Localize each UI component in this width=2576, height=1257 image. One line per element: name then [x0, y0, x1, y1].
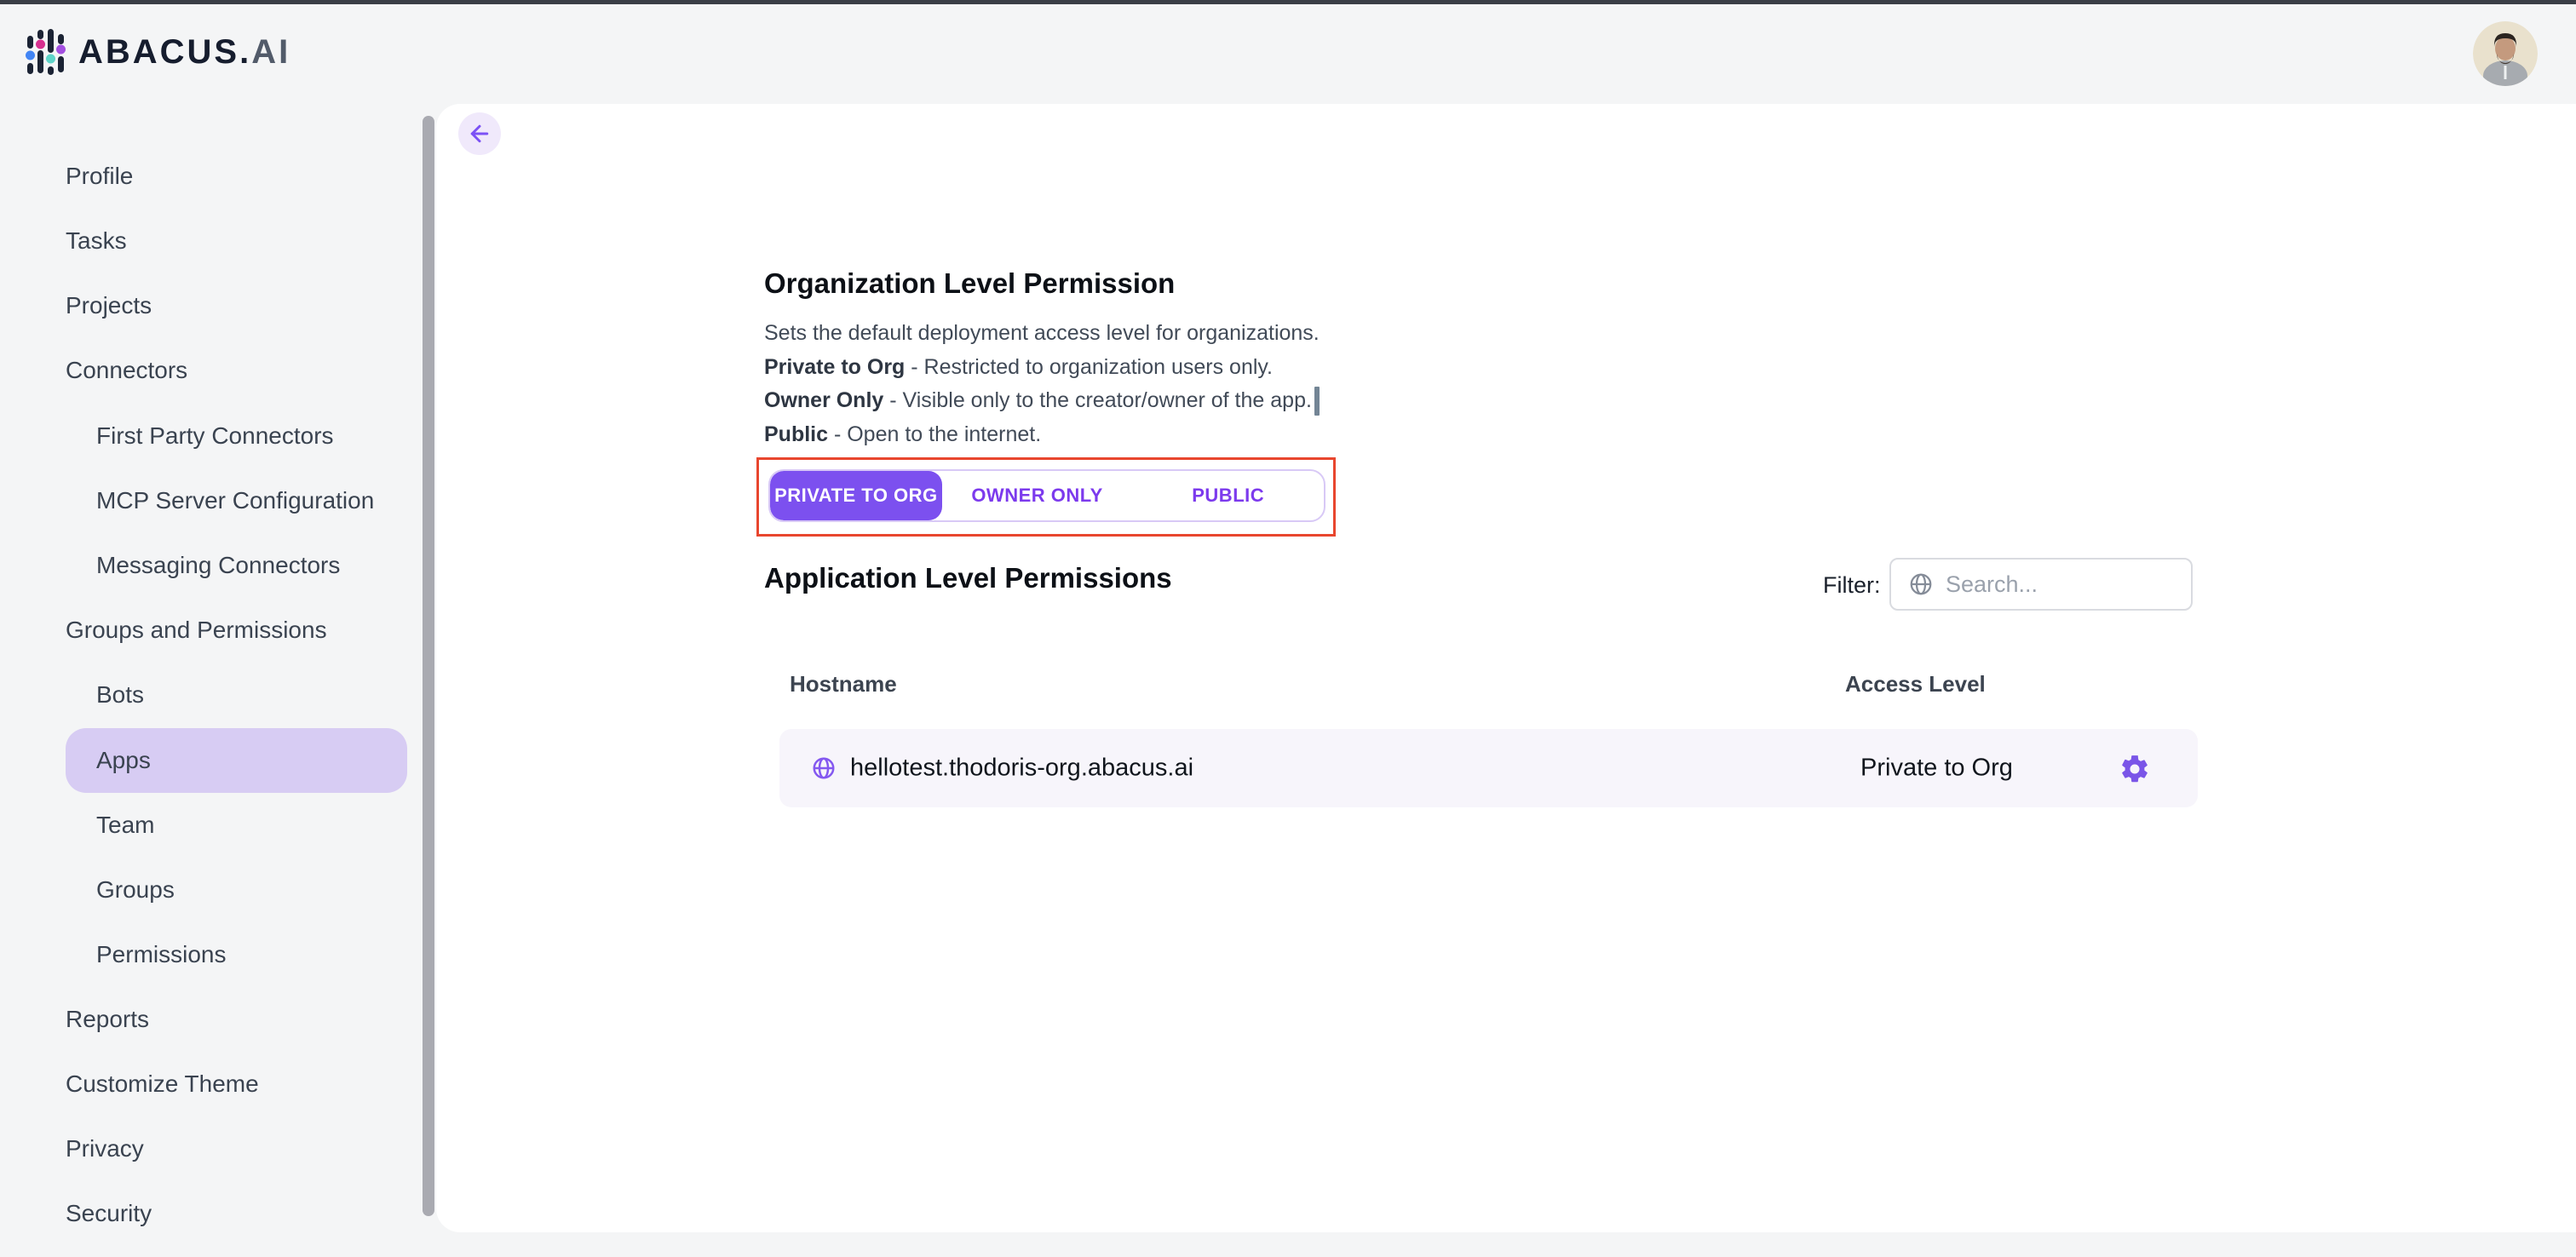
permission-segmented-control: PRIVATE TO ORG OWNER ONLY PUBLIC [768, 469, 1325, 522]
segment-private-to-org[interactable]: PRIVATE TO ORG [770, 471, 942, 520]
sidebar-item-tasks[interactable]: Tasks [0, 209, 436, 273]
org-permission-title: Organization Level Permission [764, 267, 1175, 300]
main-content-card [436, 104, 2576, 1232]
avatar-photo [2473, 21, 2538, 86]
sidebar-item-privacy[interactable]: Privacy [0, 1116, 436, 1181]
access-level-value: Private to Org [1860, 755, 2013, 783]
hostname-value: hellotest.thodoris-org.abacus.ai [850, 755, 1193, 783]
gear-icon [2119, 753, 2151, 785]
segment-public[interactable]: PUBLIC [1132, 471, 1324, 520]
sidebar-item-groups[interactable]: Groups [0, 858, 436, 922]
user-avatar[interactable] [2473, 21, 2538, 86]
table-row[interactable]: hellotest.thodoris-org.abacus.ai Private… [779, 729, 2198, 807]
sidebar-item-permissions[interactable]: Permissions [0, 922, 436, 987]
segment-owner-only[interactable]: OWNER ONLY [942, 471, 1133, 520]
search-input[interactable] [1946, 571, 2150, 598]
arrow-left-icon [467, 121, 492, 146]
sidebar-item-team[interactable]: Team [0, 793, 436, 858]
sidebar-item-profile[interactable]: Profile [0, 144, 436, 209]
filter-label: Filter: [1823, 572, 1881, 599]
sidebar: Profile Tasks Projects Connectors First … [0, 0, 436, 1257]
globe-icon [1908, 571, 1934, 597]
back-button[interactable] [458, 112, 501, 155]
sidebar-item-first-party-connectors[interactable]: First Party Connectors [0, 404, 436, 468]
sidebar-scrollbar[interactable] [423, 116, 434, 1216]
sidebar-item-bots[interactable]: Bots [0, 663, 436, 727]
sidebar-item-reports[interactable]: Reports [0, 987, 436, 1052]
definition-public: Public - Open to the internet. [764, 418, 1320, 452]
search-box [1889, 558, 2193, 611]
column-header-hostname: Hostname [790, 671, 897, 697]
org-permission-intro: Sets the default deployment access level… [764, 317, 1320, 351]
sidebar-item-connectors[interactable]: Connectors [0, 338, 436, 403]
sidebar-item-mcp-server-configuration[interactable]: MCP Server Configuration [0, 468, 436, 533]
column-header-access-level: Access Level [1845, 671, 1986, 697]
row-settings-button[interactable] [2119, 753, 2151, 785]
app-permissions-title: Application Level Permissions [764, 562, 1172, 594]
sidebar-item-apps[interactable]: Apps [0, 728, 436, 793]
definition-owner-only: Owner Only - Visible only to the creator… [764, 384, 1320, 418]
hostname-globe-icon [811, 755, 837, 781]
text-cursor [1314, 387, 1320, 416]
sidebar-item-customize-theme[interactable]: Customize Theme [0, 1052, 436, 1116]
sidebar-item-messaging-connectors[interactable]: Messaging Connectors [0, 533, 436, 598]
sidebar-item-projects[interactable]: Projects [0, 273, 436, 338]
sidebar-item-groups-and-permissions[interactable]: Groups and Permissions [0, 598, 436, 663]
permission-highlight-box: PRIVATE TO ORG OWNER ONLY PUBLIC [756, 457, 1336, 537]
definition-private-to-org: Private to Org - Restricted to organizat… [764, 351, 1320, 385]
org-permission-description: Sets the default deployment access level… [764, 317, 1320, 451]
sidebar-item-security[interactable]: Security [0, 1181, 436, 1246]
